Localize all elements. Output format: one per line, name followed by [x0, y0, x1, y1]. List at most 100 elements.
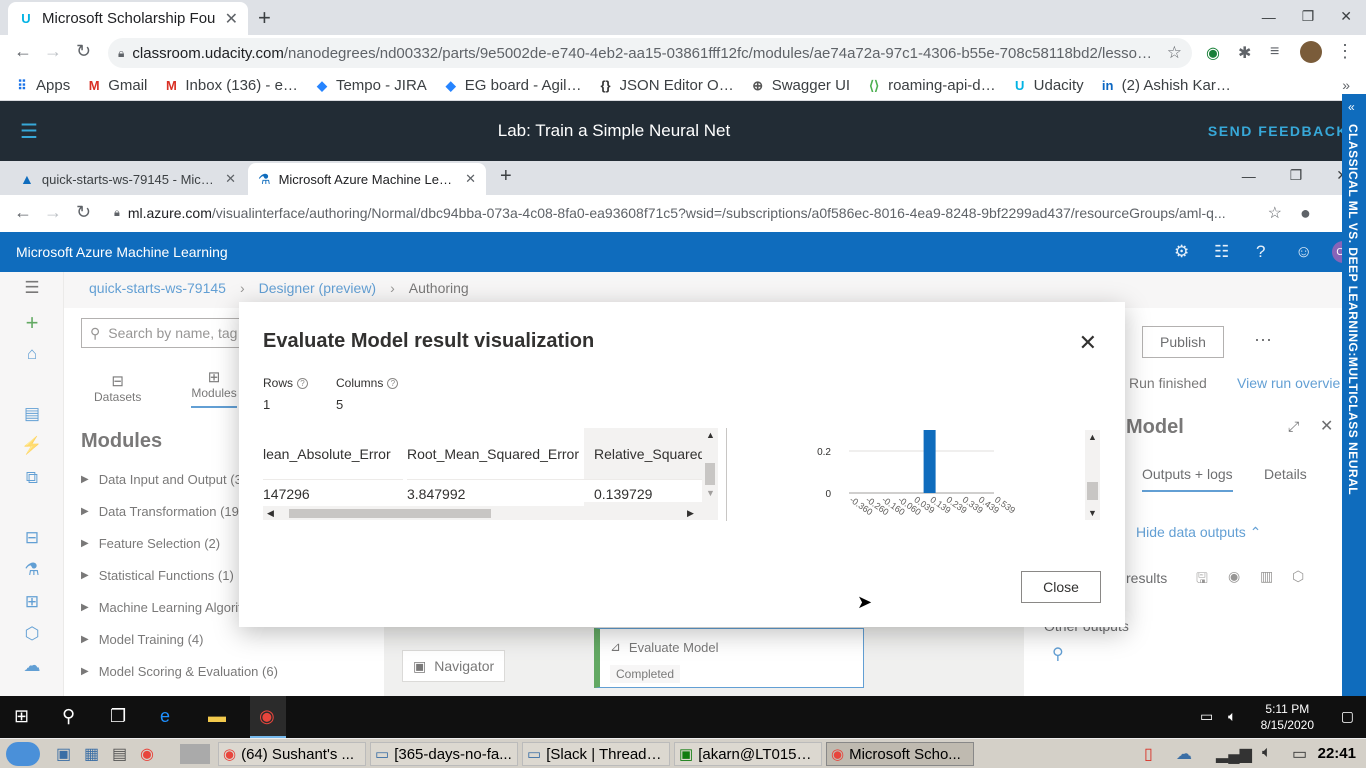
notification-icon[interactable]: ▢ [1341, 708, 1354, 725]
back-icon[interactable]: ← [14, 41, 32, 62]
minimize-icon[interactable]: — [1242, 168, 1256, 184]
bookmark-linkedin[interactable]: in (2) Ashish Kar… [1100, 77, 1231, 94]
taskbar-clock[interactable]: 5:11 PM 8/15/2020 [1261, 701, 1314, 733]
bookmark-json-editor[interactable]: {} JSON Editor O… [598, 77, 733, 94]
search-icon[interactable]: ⚲ [62, 706, 75, 727]
start-orb-icon[interactable] [6, 742, 40, 766]
close-tab-icon[interactable]: ✕ [225, 9, 238, 29]
column-header[interactable]: Relative_Squared [584, 428, 705, 480]
close-window-icon[interactable]: ✕ [1340, 8, 1352, 25]
scroll-thumb[interactable] [705, 463, 715, 485]
feedback-smiley-icon[interactable]: ☺ [1295, 242, 1312, 262]
window-icon[interactable]: ▣ [56, 744, 71, 764]
bookmark-inbox[interactable]: M Inbox (136) - e… [163, 77, 298, 94]
evaluate-model-dialog: Evaluate Model result visualization ✕ Ro… [239, 302, 1125, 627]
host-task-item[interactable]: ▭ [Slack | Threads... [522, 742, 670, 766]
volume-icon[interactable]: 🔈︎ [1262, 744, 1272, 762]
bookmark-apps[interactable]: ⠿ Apps [14, 77, 70, 94]
bookmark-tempo[interactable]: ◆ Tempo - JIRA [314, 77, 427, 94]
columns-label: Columns? [336, 376, 399, 390]
bookmark-swagger[interactable]: ⊕ Swagger UI [750, 77, 850, 94]
chrome-icon[interactable]: ◉ [140, 744, 154, 764]
settings-icon[interactable]: ▦ [84, 744, 99, 764]
puzzle-icon[interactable]: ✱ [1238, 43, 1251, 63]
display-icon[interactable]: ▭ [1292, 744, 1307, 764]
windows-start-icon[interactable]: ⊞ [14, 706, 29, 727]
gear-icon[interactable]: ⚙ [1174, 242, 1189, 262]
outer-toolbar: ← → ↻ 🔒︎ classroom.udacity.com/nanodegre… [0, 35, 1366, 71]
bookmark-roaming-api[interactable]: ⟨⟩ roaming-api-d… [866, 77, 996, 94]
host-task-item-active[interactable]: ◉ Microsoft Scho... [826, 742, 974, 766]
notifications-icon[interactable]: ☷ [1214, 242, 1229, 262]
weather-icon[interactable]: ☁ [1176, 744, 1192, 764]
media-icon[interactable]: ≡ [1270, 43, 1279, 61]
blank-task-icon[interactable] [180, 744, 210, 764]
extension-icon[interactable]: ◉ [1206, 43, 1220, 63]
host-task-item[interactable]: ▭ [365-days-no-fa... [370, 742, 518, 766]
chart-scrollbar[interactable]: ▲ ▼ [1085, 430, 1100, 520]
table-column: lean_Absolute_Error 147296 [263, 428, 403, 516]
close-button[interactable]: Close [1021, 571, 1101, 603]
edge-icon[interactable]: e [160, 706, 170, 727]
send-feedback-link[interactable]: SEND FEEDBACK [1208, 123, 1348, 139]
chrome-icon: ◉ [831, 746, 845, 763]
forward-icon[interactable]: → [44, 41, 62, 62]
task-view-icon[interactable]: ❐ [110, 706, 126, 727]
inner-address-bar[interactable]: 🔒︎ ml.azure.com/visualinterface/authorin… [108, 199, 1288, 227]
inner-tab-azure-ml[interactable]: ⚗ Microsoft Azure Machine Learnin ✕ [248, 163, 486, 195]
scroll-thumb[interactable] [1087, 482, 1098, 500]
forward-icon[interactable]: → [44, 202, 62, 223]
minimize-icon[interactable]: — [1262, 9, 1276, 25]
help-icon[interactable]: ? [1256, 242, 1265, 262]
signal-icon[interactable]: ▂▄▆ [1216, 744, 1252, 764]
profile-avatar[interactable] [1300, 41, 1322, 63]
info-icon: ? [387, 377, 399, 389]
terminal-icon[interactable]: ▤ [112, 744, 127, 764]
network-icon[interactable]: ▭ [1200, 708, 1213, 725]
close-tab-icon[interactable]: ✕ [465, 171, 476, 187]
reload-icon[interactable]: ↻ [76, 41, 91, 62]
close-icon[interactable]: ✕ [1079, 330, 1097, 356]
inner-tab-workspace[interactable]: ▲ quick-starts-ws-79145 - Microsof ✕ [10, 163, 246, 195]
vertical-scrollbar[interactable]: ▲ ▼ [702, 428, 718, 506]
bookmark-eg-board[interactable]: ◆ EG board - Agil… [443, 77, 582, 94]
volume-icon[interactable]: 🔈︎ [1228, 708, 1236, 725]
star-icon[interactable]: ☆ [1268, 203, 1282, 223]
back-icon[interactable]: ← [14, 202, 32, 223]
chrome-taskbar-button[interactable]: ◉ [250, 696, 286, 738]
battery-icon[interactable]: ▯ [1144, 744, 1153, 764]
column-header[interactable]: Root_Mean_Squared_Error [407, 428, 587, 480]
bookmarks-bar: ⠿ Apps M Gmail M Inbox (136) - e… ◆ Tempo - … [0, 71, 1366, 101]
menu-icon[interactable]: ⋮ [1336, 41, 1354, 62]
new-tab-icon[interactable]: + [258, 5, 271, 31]
folder-icon[interactable]: ▬ [208, 706, 226, 727]
scroll-up-icon: ▲ [706, 430, 715, 440]
outer-browser-tab[interactable]: U Microsoft Scholarship Fou ✕ [8, 2, 248, 35]
new-tab-icon[interactable]: + [500, 165, 512, 188]
star-icon[interactable]: ☆ [1167, 43, 1182, 63]
info-icon: ? [297, 377, 309, 389]
scroll-thumb[interactable] [289, 509, 491, 518]
outer-address-bar[interactable]: 🔒︎ classroom.udacity.com/nanodegrees/nd0… [108, 38, 1192, 68]
rows-label: Rows? [263, 376, 309, 390]
account-icon[interactable]: ● [1300, 203, 1311, 224]
close-tab-icon[interactable]: ✕ [225, 171, 236, 187]
udacity-icon: U [1014, 78, 1025, 93]
horizontal-scrollbar[interactable]: ◀ ▶ [263, 506, 718, 520]
scroll-left-icon: ◀ [267, 508, 274, 518]
y-tick-label: 0.2 [817, 447, 831, 458]
host-task-item[interactable]: ▣ [akarn@LT0151... [674, 742, 822, 766]
more-bookmarks-icon[interactable]: » [1342, 77, 1350, 93]
side-banner[interactable]: « CLASSICAL ML VS. DEEP LEARNING:MULTICL… [1342, 94, 1366, 696]
bookmark-gmail[interactable]: M Gmail [86, 77, 148, 94]
bookmark-udacity[interactable]: U Udacity [1012, 77, 1084, 94]
column-header[interactable]: lean_Absolute_Error [263, 428, 403, 480]
window-controls: — ❐ ✕ [1262, 8, 1352, 25]
table-cell: 147296 [263, 486, 310, 502]
restore-icon[interactable]: ❐ [1290, 167, 1303, 184]
host-task-item[interactable]: ◉ (64) Sushant's ... [218, 742, 366, 766]
restore-icon[interactable]: ❐ [1302, 8, 1315, 25]
reload-icon[interactable]: ↻ [76, 202, 91, 223]
swagger-icon: ⊕ [752, 77, 764, 93]
histogram-bar [923, 430, 936, 493]
